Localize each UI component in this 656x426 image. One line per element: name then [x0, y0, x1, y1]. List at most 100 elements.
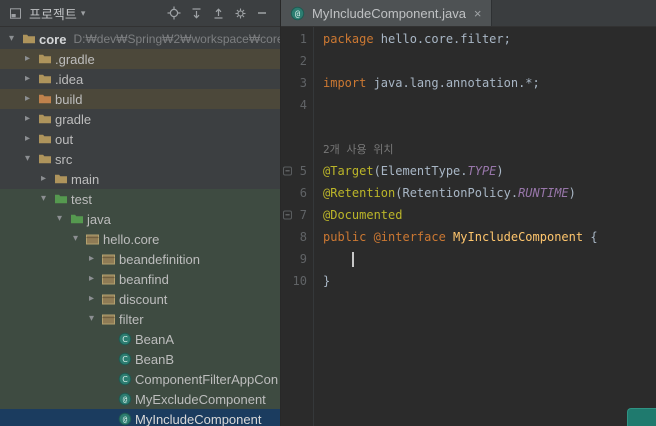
code-line: 6 @Retention(RetentionPolicy.RUNTIME) [281, 182, 656, 204]
tree-item-filter[interactable]: ▾ filter [0, 309, 280, 329]
tree-item-core[interactable]: ▾ core D:₩dev₩Spring₩2₩workspace₩core [0, 29, 280, 49]
tree-item-java[interactable]: ▾ java [0, 209, 280, 229]
chevron-right-icon[interactable]: ▸ [20, 69, 35, 89]
code-token: } [323, 274, 331, 288]
line-number[interactable]: 3 [281, 76, 313, 90]
fold-marker-icon[interactable]: − [283, 210, 292, 220]
code-line-text[interactable]: @Target(ElementType.TYPE) [323, 164, 504, 178]
code-line: 9 [281, 248, 656, 270]
code-token: public @interface [323, 230, 454, 244]
code-line-text[interactable] [323, 251, 354, 267]
code-editor[interactable]: 1 package hello.core.filter; 2 3 import java… [281, 27, 656, 426]
tree-item-label: gradle [55, 111, 92, 127]
tree-item-gradle[interactable]: ▸ gradle [0, 109, 280, 129]
tree-item-componentfilterappcon[interactable]: C ComponentFilterAppCon [0, 369, 280, 389]
code-token: (ElementType. [373, 164, 468, 178]
tree-item-beandefinition[interactable]: ▸ beandefinition [0, 249, 280, 269]
code-line-text[interactable]: package hello.core.filter; [323, 32, 511, 46]
tree-item-hello-core[interactable]: ▾ hello.core [0, 229, 280, 249]
line-number[interactable]: −7 [281, 208, 313, 222]
tree-item-beanb[interactable]: C BeanB [0, 349, 280, 369]
tree-item--idea[interactable]: ▸ .idea [0, 69, 280, 89]
tree-item-label: hello.core [103, 231, 160, 247]
tree-item-beanfind[interactable]: ▸ beanfind [0, 269, 280, 289]
tree-item-discount[interactable]: ▸ discount [0, 289, 280, 309]
line-number[interactable]: 6 [281, 186, 313, 200]
line-number[interactable]: −5 [281, 164, 313, 178]
tool-window-icon [7, 5, 23, 21]
code-line-text[interactable]: public @interface MyIncludeComponent { [323, 230, 598, 244]
chevron-down-icon[interactable]: ▾ [36, 189, 51, 209]
usages-inlay-hint[interactable]: 2개 사용 위치 [323, 141, 393, 157]
code-line-text[interactable]: @Retention(RetentionPolicy.RUNTIME) [323, 186, 576, 200]
editor-tab[interactable]: @ MyIncludeComponent.java × [281, 0, 492, 26]
line-number[interactable]: 4 [281, 98, 313, 112]
inlay-hint-row: 2개 사용 위치 [281, 138, 656, 160]
chevron-down-icon[interactable]: ▾ [81, 8, 86, 19]
line-number[interactable]: 9 [281, 252, 313, 266]
chevron-right-icon[interactable]: ▸ [36, 169, 51, 189]
chevron-down-icon[interactable]: ▾ [52, 209, 67, 229]
settings-gear-icon[interactable] [232, 5, 248, 21]
annotation-icon: @ [115, 412, 134, 426]
project-panel-header: 프로젝트 ▾ [0, 0, 280, 27]
chevron-right-icon[interactable]: ▸ [84, 289, 99, 309]
fold-marker-icon[interactable]: − [283, 166, 292, 176]
tree-item--gradle[interactable]: ▸ .gradle [0, 49, 280, 69]
tree-item-label: ComponentFilterAppCon [135, 371, 279, 387]
folder-icon [35, 53, 54, 65]
chevron-right-icon[interactable]: ▸ [20, 89, 35, 109]
package-icon [99, 274, 118, 285]
chevron-down-icon[interactable]: ▾ [84, 309, 99, 329]
code-line: −5 @Target(ElementType.TYPE) [281, 160, 656, 182]
line-number[interactable]: 1 [281, 32, 313, 46]
code-line: 10} [281, 270, 656, 292]
class-icon: C [115, 372, 134, 386]
locate-icon[interactable] [166, 5, 182, 21]
chevron-down-icon[interactable]: ▾ [20, 149, 35, 169]
code-line: 1 package hello.core.filter; [281, 28, 656, 50]
folder-test-icon [67, 213, 86, 225]
text-caret [351, 251, 354, 267]
tree-item-build[interactable]: ▸ build [0, 89, 280, 109]
corner-widget [627, 408, 656, 426]
tree-item-beana[interactable]: C BeanA [0, 329, 280, 349]
code-line-text[interactable]: import java.lang.annotation.*; [323, 76, 540, 90]
chevron-right-icon[interactable]: ▸ [20, 109, 35, 129]
class-icon: C [115, 352, 134, 366]
line-number[interactable]: 8 [281, 230, 313, 244]
tree-item-label: build [55, 91, 83, 107]
chevron-right-icon[interactable]: ▸ [84, 249, 99, 269]
tree-item-myincludecomponent[interactable]: @ MyIncludeComponent [0, 409, 280, 426]
tree-item-myexcludecomponent[interactable]: @ MyExcludeComponent [0, 389, 280, 409]
code-token: package [323, 32, 381, 46]
class-icon: C [115, 332, 134, 346]
tree-item-test[interactable]: ▾ test [0, 189, 280, 209]
tree-item-out[interactable]: ▸ out [0, 129, 280, 149]
svg-text:C: C [122, 355, 128, 364]
code-token: java.lang.annotation.*; [373, 76, 540, 90]
collapse-all-icon[interactable] [210, 5, 226, 21]
chevron-right-icon[interactable]: ▸ [20, 129, 35, 149]
svg-text:C: C [122, 375, 128, 384]
chevron-right-icon[interactable]: ▸ [84, 269, 99, 289]
chevron-down-icon[interactable]: ▾ [4, 29, 19, 49]
editor-area[interactable]: @ MyIncludeComponent.java × 1 package hel… [281, 0, 656, 426]
chevron-right-icon[interactable]: ▸ [20, 49, 35, 69]
annotation-icon: @ [115, 392, 134, 406]
line-number[interactable]: 2 [281, 54, 313, 68]
tree-item-src[interactable]: ▾ src [0, 149, 280, 169]
code-line-text[interactable]: } [323, 274, 330, 288]
expand-all-icon[interactable] [188, 5, 204, 21]
code-token: hello.core.filter; [380, 32, 511, 46]
code-token: ) [568, 186, 576, 200]
line-number[interactable]: 10 [281, 274, 313, 288]
chevron-down-icon[interactable]: ▾ [68, 229, 83, 249]
tree-item-label: filter [119, 311, 144, 327]
code-line-text[interactable]: @Documented [323, 208, 402, 222]
tree-item-label: MyExcludeComponent [135, 391, 266, 407]
hide-icon[interactable] [254, 5, 270, 21]
tree-item-main[interactable]: ▸ main [0, 169, 280, 189]
tab-close-icon[interactable]: × [474, 7, 482, 20]
tree-item-path: D:₩dev₩Spring₩2₩workspace₩core [73, 32, 280, 46]
